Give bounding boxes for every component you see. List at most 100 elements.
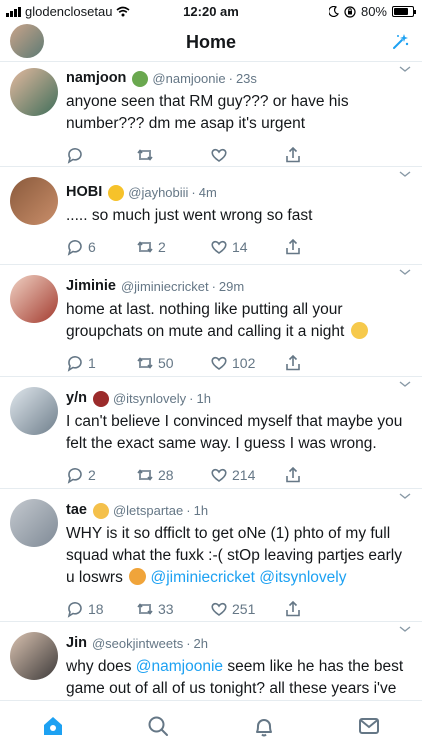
chevron-down-icon[interactable] (398, 379, 412, 389)
retweet-icon (137, 469, 153, 481)
reply-count: 18 (88, 601, 104, 617)
battery-percent: 80% (360, 4, 387, 19)
reply-count: 1 (88, 355, 96, 371)
tweet-text: home at last. nothing like putting all y… (66, 299, 408, 343)
share-button[interactable] (284, 354, 324, 372)
retweet-button[interactable]: 33 (136, 600, 210, 618)
reply-button[interactable] (66, 146, 136, 164)
reply-icon (67, 356, 82, 372)
share-icon (286, 466, 300, 483)
reply-button[interactable]: 6 (66, 238, 136, 256)
tweet-time: 4m (198, 185, 217, 200)
notifications-icon[interactable] (252, 714, 276, 738)
mention-link[interactable]: @itsynlovely (259, 569, 346, 586)
bottom-tab-bar (0, 700, 422, 750)
tweet-author[interactable]: Jiminie (66, 277, 116, 296)
like-button[interactable]: 251 (210, 600, 284, 618)
like-button[interactable] (210, 146, 284, 164)
retweet-icon (137, 603, 153, 615)
share-icon (286, 238, 300, 255)
header: Home (0, 22, 422, 62)
tweet-text: why does @namjoonie seem like he has the… (66, 658, 404, 697)
retweet-button[interactable]: 2 (136, 238, 210, 256)
reply-button[interactable]: 2 (66, 466, 136, 484)
heart-icon (211, 468, 227, 482)
tweet[interactable]: y/n @itsynlovely · 1h I can't believe I … (0, 377, 422, 489)
reply-button[interactable]: 18 (66, 600, 136, 618)
tweet-avatar[interactable] (10, 68, 58, 116)
tweet-author[interactable]: namjoon (66, 69, 126, 88)
timeline[interactable]: namjoon @namjoonie · 23s anyone seen tha… (0, 62, 422, 700)
tweet-time: 2h (193, 636, 209, 651)
retweet-button[interactable]: 50 (136, 354, 210, 372)
retweet-count: 28 (158, 467, 174, 483)
like-count: 102 (232, 355, 256, 371)
tweet-avatar[interactable] (10, 632, 58, 680)
tweet-handle[interactable]: @itsynlovely (113, 389, 186, 408)
tweet[interactable]: Jin @seokjintweets · 2h why does @namjoo… (0, 622, 422, 700)
tweet-handle[interactable]: @letspartae (113, 501, 183, 520)
tweet[interactable]: namjoon @namjoonie · 23s anyone seen tha… (0, 62, 422, 167)
tweet-avatar[interactable] (10, 499, 58, 547)
battery-icon (392, 6, 416, 17)
retweet-icon (137, 241, 153, 253)
search-icon[interactable] (146, 714, 170, 738)
like-button[interactable]: 102 (210, 354, 284, 372)
tweet-handle[interactable]: @jiminiecricket (121, 277, 209, 296)
tweet-time: 29m (218, 279, 245, 294)
heart-icon (211, 602, 227, 616)
retweet-button[interactable]: 28 (136, 466, 210, 484)
mention-link[interactable]: @jiminiecricket (150, 569, 254, 586)
tweet-handle[interactable]: @namjoonie (152, 69, 225, 88)
like-count: 251 (232, 601, 256, 617)
tweet-text: I can't believe I convinced myself that … (66, 413, 403, 452)
tweet-author[interactable]: tae (66, 501, 87, 520)
tweet-text: anyone seen that RM guy??? or have his n… (66, 93, 349, 132)
tweet-time: 1h (196, 391, 211, 406)
tweet-author[interactable]: HOBI (66, 183, 102, 202)
sparkle-icon[interactable] (390, 32, 410, 52)
page-title: Home (185, 32, 236, 52)
home-icon[interactable] (41, 714, 65, 738)
retweet-icon (137, 357, 153, 369)
share-button[interactable] (284, 466, 324, 484)
reply-icon (67, 468, 82, 484)
share-button[interactable] (284, 600, 324, 618)
share-button[interactable] (284, 238, 324, 256)
reply-icon (67, 148, 82, 164)
tweet-avatar[interactable] (10, 387, 58, 435)
like-count: 214 (232, 467, 256, 483)
tweet-author[interactable]: Jin (66, 634, 87, 653)
relieved-face-emoji-icon (350, 322, 368, 339)
heart-icon (211, 148, 227, 162)
retweet-count: 33 (158, 601, 174, 617)
tweet-author[interactable]: y/n (66, 389, 87, 408)
chevron-down-icon[interactable] (398, 491, 412, 501)
chevron-down-icon[interactable] (398, 169, 412, 179)
retweet-count: 50 (158, 355, 174, 371)
rotation-lock-icon (344, 5, 356, 18)
share-icon (286, 146, 300, 163)
like-button[interactable]: 214 (210, 466, 284, 484)
reply-button[interactable]: 1 (66, 354, 136, 372)
tweet-time: 23s (235, 71, 257, 86)
share-button[interactable] (284, 146, 324, 164)
tweet-handle[interactable]: @jayhobiii (128, 183, 188, 202)
tweet[interactable]: tae @letspartae · 1h WHY is it so dfficl… (0, 489, 422, 622)
heart-icon (211, 356, 227, 370)
tweet-avatar[interactable] (10, 275, 58, 323)
like-button[interactable]: 14 (210, 238, 284, 256)
heart-icon (211, 240, 227, 254)
chevron-down-icon[interactable] (398, 624, 412, 634)
chevron-down-icon[interactable] (398, 267, 412, 277)
tweet[interactable]: Jiminie @jiminiecricket · 29m home at la… (0, 265, 422, 377)
tweet-time: 1h (193, 503, 209, 518)
chevron-down-icon[interactable] (398, 64, 412, 74)
messages-icon[interactable] (357, 714, 381, 738)
mention-link[interactable]: @namjoonie (136, 658, 223, 675)
tweet[interactable]: HOBI @jayhobiii · 4m ..... so much just … (0, 167, 422, 265)
moon-icon (328, 6, 339, 17)
tweet-avatar[interactable] (10, 177, 58, 225)
retweet-button[interactable] (136, 146, 210, 164)
tweet-handle[interactable]: @seokjintweets (92, 634, 183, 653)
